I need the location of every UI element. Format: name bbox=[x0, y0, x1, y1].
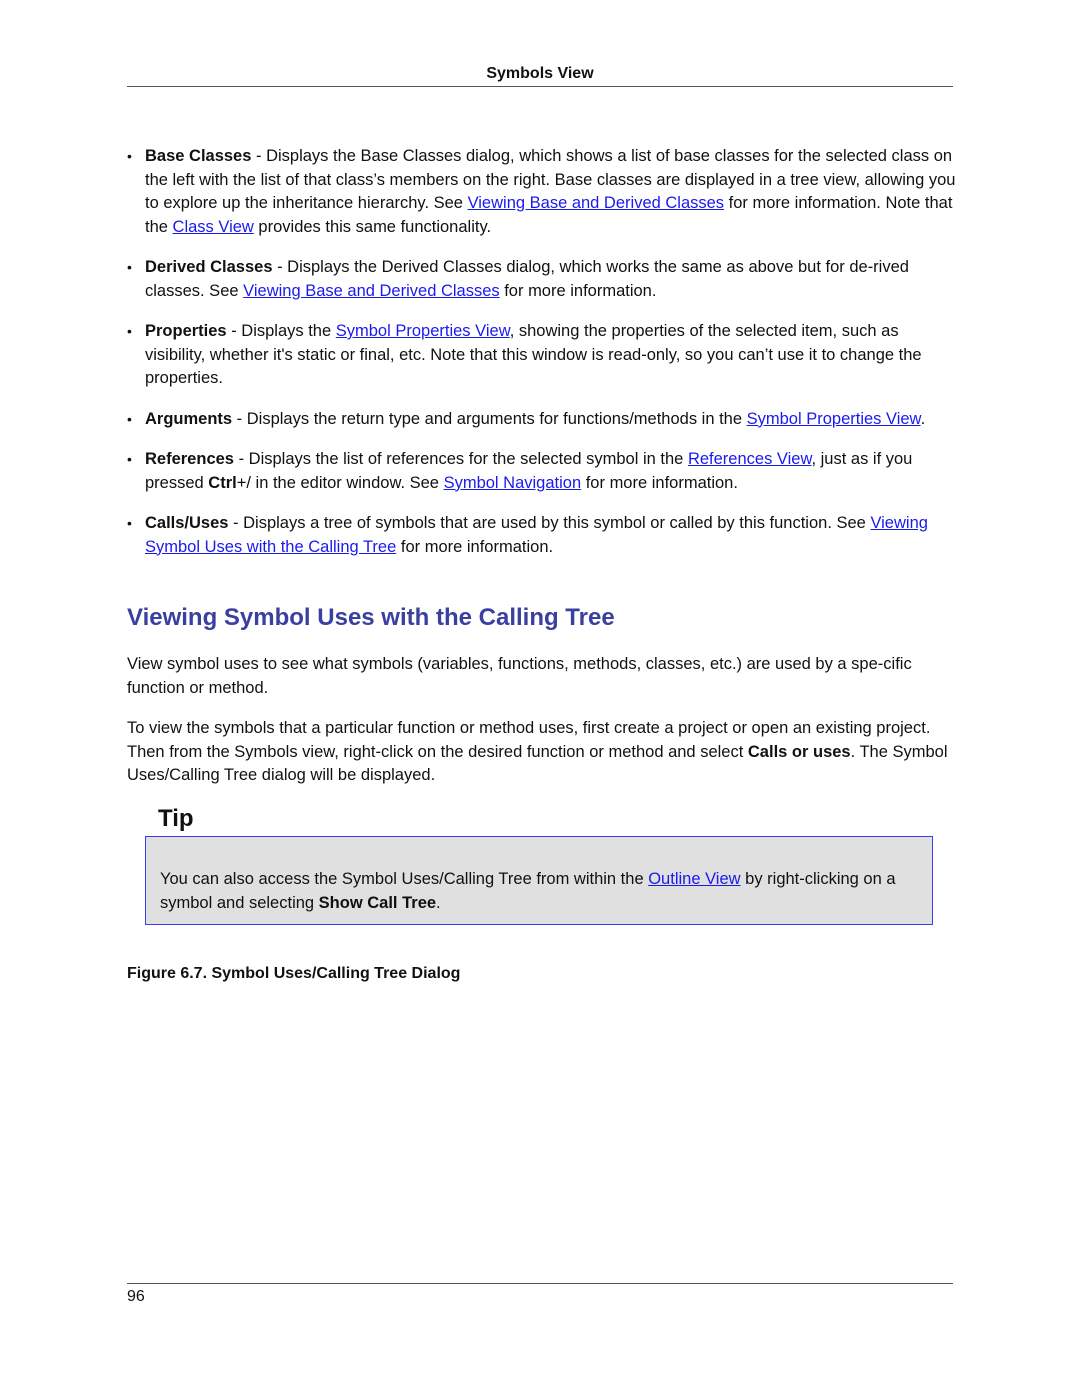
page-number: 96 bbox=[127, 1288, 145, 1305]
description: - Displays the bbox=[226, 322, 336, 340]
link-symbol-properties-view[interactable]: Symbol Properties View bbox=[747, 410, 921, 428]
description: for more information. bbox=[581, 473, 738, 492]
bullet-icon: • bbox=[127, 259, 132, 275]
tip-box: You can also access the Symbol Uses/Call… bbox=[145, 836, 933, 925]
section-title: Viewing Symbol Uses with the Calling Tre… bbox=[127, 604, 615, 631]
list-item-arguments: • Arguments - Displays the return type a… bbox=[127, 408, 957, 432]
figure-caption: Figure 6.7. Symbol Uses/Calling Tree Dia… bbox=[127, 965, 461, 982]
link-symbol-properties-view[interactable]: Symbol Properties View bbox=[336, 322, 510, 340]
description: for more information. bbox=[396, 537, 554, 556]
link-references-view[interactable]: References View bbox=[688, 450, 812, 468]
list-item-base-classes: • Base Classes - Displays the Base Class… bbox=[127, 145, 957, 239]
description: - Displays the return type and arguments… bbox=[232, 409, 747, 428]
menu-options-list: • Base Classes - Displays the Base Class… bbox=[127, 145, 957, 576]
list-item-calls-uses: • Calls/Uses - Displays a tree of symbol… bbox=[127, 512, 957, 559]
description: provides this same functionality. bbox=[253, 217, 492, 236]
intro-paragraph: View symbol uses to see what symbols (va… bbox=[127, 655, 912, 697]
instructions-paragraph: To view the symbols that a particular fu… bbox=[127, 717, 957, 788]
description: - Displays a tree of symbols that are us… bbox=[228, 514, 871, 532]
list-item-properties: • Properties - Displays the Symbol Prope… bbox=[127, 320, 957, 391]
key-ctrl: Ctrl bbox=[208, 473, 237, 492]
link-outline-view[interactable]: Outline View bbox=[648, 870, 740, 888]
description: for more information. bbox=[499, 281, 657, 300]
term: References bbox=[145, 450, 234, 468]
term: Calls/Uses bbox=[145, 514, 229, 532]
header-rule bbox=[127, 86, 953, 87]
bullet-icon: • bbox=[127, 451, 132, 467]
term: Base Classes bbox=[145, 147, 252, 165]
tip-title: Tip bbox=[158, 805, 194, 832]
description: +/ in the editor window. See bbox=[236, 473, 444, 492]
running-header: Symbols View bbox=[486, 65, 594, 82]
menu-command: Calls or uses bbox=[747, 742, 851, 761]
link-symbol-navigation[interactable]: Symbol Navigation bbox=[444, 474, 582, 492]
link-viewing-base-derived-classes[interactable]: Viewing Base and Derived Classes bbox=[468, 194, 725, 212]
text: . bbox=[436, 893, 441, 912]
term: Arguments bbox=[145, 409, 233, 428]
footer-rule bbox=[127, 1283, 953, 1284]
description: . bbox=[920, 409, 926, 428]
description: - Displays the list of references for th… bbox=[233, 450, 688, 468]
text: You can also access the Symbol Uses/Call… bbox=[160, 870, 649, 888]
term: Derived Classes bbox=[145, 258, 273, 276]
bullet-icon: • bbox=[127, 148, 132, 164]
bullet-icon: • bbox=[127, 323, 132, 339]
bullet-icon: • bbox=[127, 515, 132, 531]
menu-command: Show Call Tree bbox=[318, 893, 437, 912]
link-viewing-base-derived-classes[interactable]: Viewing Base and Derived Classes bbox=[243, 282, 500, 300]
term: Properties bbox=[145, 322, 227, 340]
tip-text: You can also access the Symbol Uses/Call… bbox=[160, 868, 920, 915]
list-item-derived-classes: • Derived Classes - Displays the Derived… bbox=[127, 256, 957, 303]
link-class-view[interactable]: Class View bbox=[173, 218, 254, 236]
list-item-references: • References - Displays the list of refe… bbox=[127, 448, 957, 495]
bullet-icon: • bbox=[127, 410, 132, 427]
